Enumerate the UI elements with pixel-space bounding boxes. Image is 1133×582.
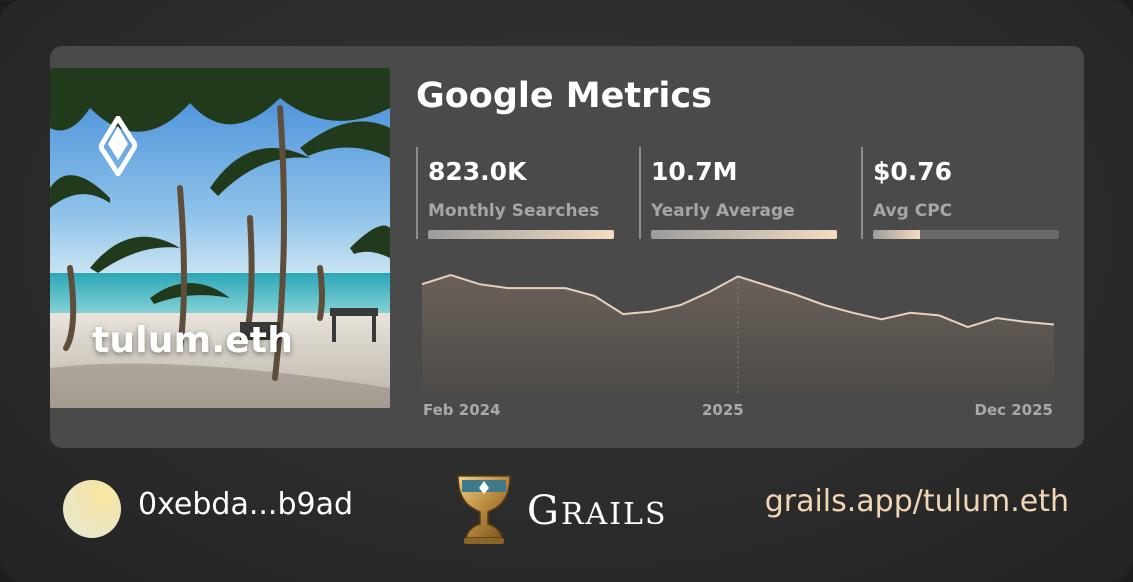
domain-name: tulum.eth bbox=[92, 320, 294, 361]
metric-yearly-average: 10.7M Yearly Average bbox=[639, 147, 839, 243]
metric-bar bbox=[651, 230, 837, 239]
card-title: Google Metrics bbox=[416, 76, 712, 116]
metrics-card: tulum.eth Google Metrics 823.0K Monthly … bbox=[50, 46, 1084, 448]
metric-bar-fill bbox=[873, 230, 920, 239]
footer: 0xebda...b9ad GRAILS grails.app/tulum.et… bbox=[0, 462, 1133, 562]
search-trend-chart: Feb 2024 2025 Dec 2025 bbox=[422, 260, 1054, 430]
metric-bar bbox=[873, 230, 1059, 239]
grail-icon bbox=[457, 475, 511, 544]
metric-value: 10.7M bbox=[651, 157, 738, 186]
owner-address[interactable]: 0xebda...b9ad bbox=[138, 487, 353, 522]
trend-area-chart bbox=[422, 274, 1054, 396]
metric-label: Yearly Average bbox=[651, 201, 795, 221]
grails-brand-text: GRAILS bbox=[527, 488, 668, 534]
metric-monthly-searches: 823.0K Monthly Searches bbox=[416, 147, 616, 243]
metric-label: Avg CPC bbox=[873, 201, 953, 221]
grails-brand[interactable]: GRAILS bbox=[527, 488, 668, 534]
metric-bar-fill bbox=[428, 230, 614, 239]
domain-image[interactable]: tulum.eth bbox=[50, 68, 390, 408]
x-tick-label: Dec 2025 bbox=[974, 401, 1054, 419]
metric-label: Monthly Searches bbox=[428, 201, 600, 221]
metric-divider bbox=[861, 147, 863, 239]
grails-link[interactable]: grails.app/tulum.eth bbox=[765, 484, 1069, 519]
metric-divider bbox=[639, 147, 641, 239]
metric-avg-cpc: $0.76 Avg CPC bbox=[861, 147, 1061, 243]
metric-bar bbox=[428, 230, 614, 239]
metric-value: $0.76 bbox=[873, 157, 953, 186]
metric-divider bbox=[416, 147, 418, 239]
share-card-frame: tulum.eth Google Metrics 823.0K Monthly … bbox=[0, 0, 1133, 582]
x-tick-label: 2025 bbox=[702, 401, 744, 419]
ens-logo-icon bbox=[98, 116, 138, 176]
metric-bar-fill bbox=[651, 230, 837, 239]
metric-value: 823.0K bbox=[428, 157, 527, 186]
x-tick-label: Feb 2024 bbox=[423, 401, 501, 419]
avatar-icon[interactable] bbox=[63, 480, 121, 538]
